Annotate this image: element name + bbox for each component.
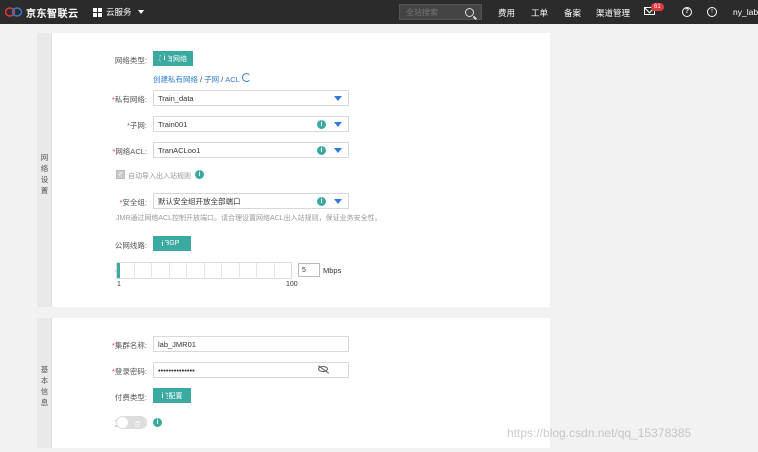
help-icon[interactable]: ? (682, 7, 692, 17)
cluster-name-input[interactable]: lab_JMR01 (153, 336, 349, 352)
bandwidth-max: 100 (286, 281, 298, 288)
basic-info-panel: 基 本 信 息 *集群名称: lab_JMR01 *登录密码: ••••••••… (37, 318, 550, 448)
cloud-logo-icon (5, 7, 23, 17)
object-storage-toggle[interactable]: 否 (116, 416, 147, 429)
info-icon[interactable]: i (160, 54, 169, 63)
security-group-value: 默认安全组开放全部端口 (158, 196, 241, 206)
bandwidth-input[interactable]: 5 (298, 263, 320, 277)
watermark: https://blog.csdn.net/qq_15378385 (507, 426, 692, 440)
refresh-icon[interactable] (242, 73, 251, 82)
bandwidth-slider-fill[interactable] (117, 263, 120, 278)
message-count-badge: 61 (651, 3, 664, 11)
chevron-down-icon (334, 122, 342, 127)
cloud-services-label: 云服务 (106, 7, 132, 17)
section-title-char: 络 (40, 164, 49, 173)
eye-hidden-icon[interactable] (318, 366, 328, 372)
network-settings-panel: 网 络 设 置 网络类型: 私有网络 i 创建私有网络 / 子网 / ACL *私有网络… (37, 33, 550, 307)
nav-filing[interactable]: 备案 (564, 7, 581, 19)
create-vpc-link[interactable]: 创建私有网络 (153, 75, 198, 84)
global-search[interactable] (399, 4, 482, 20)
info-icon[interactable]: i (317, 120, 326, 129)
info-icon[interactable]: i (195, 170, 204, 179)
info-icon[interactable]: i (153, 418, 162, 427)
search-input[interactable] (406, 7, 464, 17)
password-label: *登录密码: (111, 367, 147, 376)
nav-billing[interactable]: 费用 (498, 7, 515, 19)
section-title-char: 设 (40, 175, 49, 184)
user-menu[interactable]: ny_lab (733, 7, 758, 17)
info-icon[interactable]: i (158, 240, 167, 249)
network-type-private-button[interactable]: 私有网络 (153, 51, 193, 66)
toggle-knob (117, 417, 128, 428)
vpc-value: Train_data (158, 93, 194, 103)
section-title-char: 置 (40, 186, 49, 195)
bandwidth-slider[interactable] (116, 262, 292, 279)
auto-import-rules-checkbox[interactable]: ✓ (116, 170, 125, 179)
vpc-links: 创建私有网络 / 子网 / ACL (153, 75, 240, 84)
cloud-services-menu[interactable]: 云服务 (93, 6, 144, 18)
auto-import-rules-label: 自动导入出入站规则 (128, 173, 191, 180)
brand-name: 京东智联云 (26, 8, 79, 20)
toggle-label: 否 (134, 421, 141, 428)
acl-value: TranACLoo1 (158, 145, 201, 155)
subnet-label: *子网: (126, 121, 147, 130)
acl-label: *网络ACL: (112, 147, 147, 156)
vpc-select[interactable]: Train_data (153, 90, 349, 106)
info-icon[interactable]: i (317, 146, 326, 155)
info-icon[interactable]: i (317, 197, 326, 206)
acl-link[interactable]: ACL (225, 75, 240, 84)
chevron-down-icon (334, 199, 342, 204)
vpc-label: *私有网络: (111, 95, 147, 104)
chevron-down-icon (334, 148, 342, 153)
subnet-link[interactable]: 子网 (204, 75, 219, 84)
bandwidth-unit: Mbps (323, 266, 342, 275)
public-line-label: 公网线路: (114, 241, 147, 250)
grid-icon (93, 7, 102, 17)
subnet-value: Train001 (158, 119, 188, 129)
search-icon[interactable] (465, 8, 474, 17)
chevron-down-icon (137, 10, 144, 14)
power-icon[interactable]: ↑ (707, 7, 717, 17)
nav-tickets[interactable]: 工单 (531, 7, 548, 19)
security-group-label: *安全组: (119, 198, 147, 207)
nav-channel-management[interactable]: 渠道管理 (596, 7, 630, 19)
bandwidth-min: 1 (117, 281, 121, 288)
info-icon[interactable]: i (158, 392, 167, 401)
brand-logo[interactable]: 京东智联云 (5, 5, 79, 20)
billing-type-label: 付费类型: (114, 393, 147, 402)
network-type-label: 网络类型: (114, 56, 147, 65)
cluster-name-label: *集群名称: (111, 341, 147, 350)
chevron-down-icon (334, 96, 342, 101)
acl-hint-text: JMR通过网络ACL控制开放端口。请合理设置网络ACL出入站规则，保证业务安全性… (116, 215, 382, 222)
top-navigation-bar: 京东智联云 云服务 费用 工单 备案 渠道管理 61 ? ↑ ny_lab (0, 0, 758, 24)
